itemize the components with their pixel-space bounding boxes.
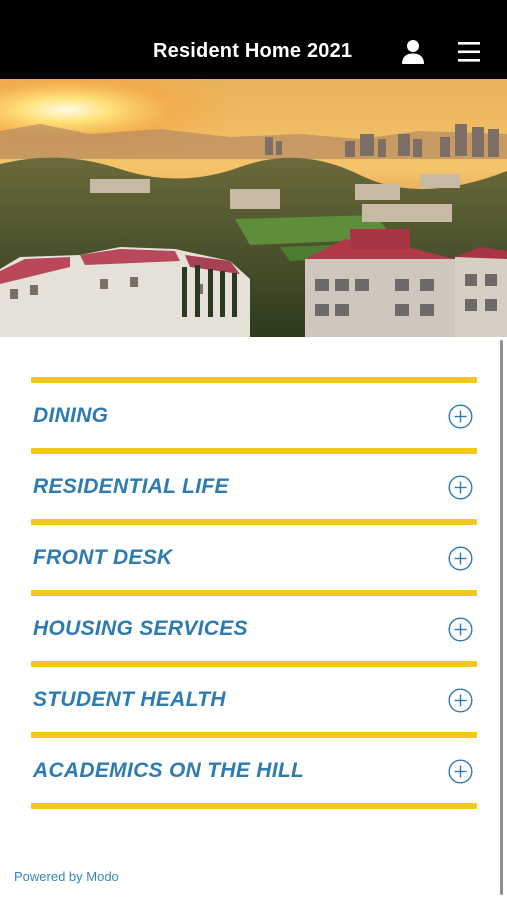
page-title: Resident Home 2021 [153,40,353,62]
campus-sunset-photo [0,79,507,337]
powered-by-link[interactable]: Powered by Modo [14,869,119,884]
accordion-item-housing-services[interactable]: HOUSING SERVICES [31,596,477,661]
user-button[interactable] [401,39,425,65]
accordion-item-label: RESIDENTIAL LIFE [33,475,229,498]
accordion-item-label: HOUSING SERVICES [33,617,248,640]
accordion-item-label: STUDENT HEALTH [33,688,226,711]
accordion-item-label: DINING [33,404,109,427]
plus-circle-icon[interactable] [448,404,473,429]
top-bar: Resident Home 2021 [0,0,507,79]
scrollbar[interactable] [500,340,503,895]
plus-circle-icon[interactable] [448,546,473,571]
accordion-item-label: FRONT DESK [33,546,173,569]
hamburger-menu-icon [458,42,480,62]
app-screen: Resident Home 2021 DINING RESIDENTIAL LI… [0,0,507,900]
plus-circle-icon[interactable] [448,759,473,784]
accordion-item-student-health[interactable]: STUDENT HEALTH [31,667,477,732]
accordion-menu: DINING RESIDENTIAL LIFE FRONT DESK HOUSI… [31,377,477,809]
accordion-item-front-desk[interactable]: FRONT DESK [31,525,477,590]
accordion-item-academics-on-the-hill[interactable]: ACADEMICS ON THE HILL [31,738,477,803]
plus-circle-icon[interactable] [448,617,473,642]
plus-circle-icon[interactable] [448,475,473,500]
accordion-item-residential-life[interactable]: RESIDENTIAL LIFE [31,454,477,519]
user-icon [402,40,424,64]
accordion-item-dining[interactable]: DINING [31,383,477,448]
divider [31,803,477,809]
plus-circle-icon[interactable] [448,688,473,713]
hero-image [0,79,507,337]
hamburger-menu-button[interactable] [456,41,482,63]
accordion-item-label: ACADEMICS ON THE HILL [33,759,305,782]
